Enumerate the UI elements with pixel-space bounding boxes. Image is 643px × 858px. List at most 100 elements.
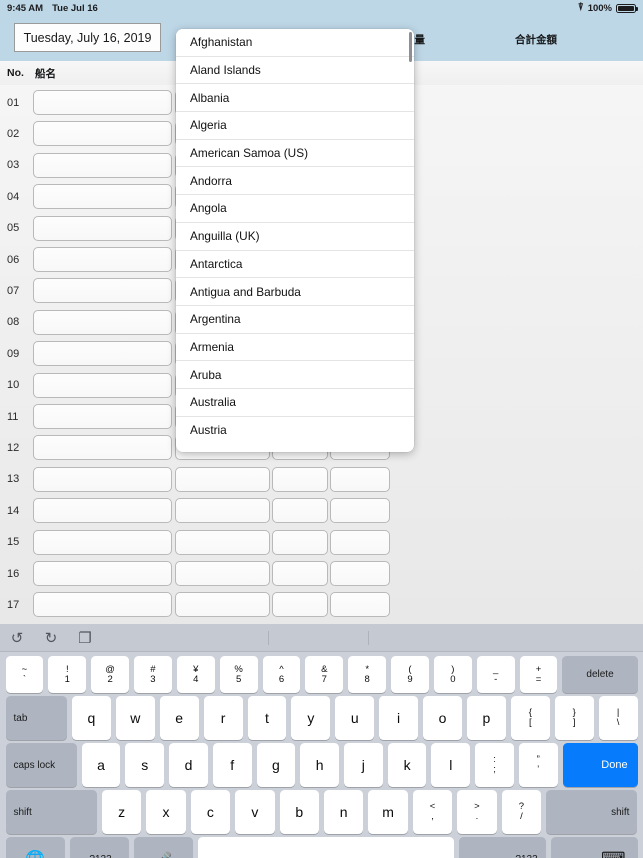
dropdown-item[interactable]: Antarctica bbox=[176, 250, 414, 279]
key-delete[interactable]: delete bbox=[562, 656, 638, 693]
cell-input-r9-c1[interactable] bbox=[33, 341, 172, 367]
key-t[interactable]: t bbox=[247, 696, 287, 740]
key-k[interactable]: k bbox=[387, 743, 427, 787]
key-o[interactable]: o bbox=[423, 696, 462, 740]
cell-input-r4-c1[interactable] bbox=[33, 184, 172, 210]
key-q[interactable]: q bbox=[71, 696, 111, 740]
key-v[interactable]: v bbox=[235, 790, 275, 834]
cell-input-r1-c1[interactable] bbox=[33, 90, 172, 115]
cell-input-r8-c1[interactable] bbox=[33, 309, 172, 335]
dropdown-item[interactable]: Algeria bbox=[176, 112, 414, 140]
cell-input-r13-c1[interactable] bbox=[33, 466, 172, 492]
key-w[interactable]: w bbox=[115, 696, 155, 740]
key-s[interactable]: s bbox=[125, 743, 165, 787]
key-0[interactable]: ) 0 bbox=[433, 656, 472, 693]
cell-input-r17-c3[interactable] bbox=[272, 592, 328, 618]
cell-input-r6-c1[interactable] bbox=[33, 247, 172, 272]
cell-input-r17-c4[interactable] bbox=[330, 592, 390, 618]
cell-input-r14-c1[interactable] bbox=[33, 498, 172, 524]
redo-icon[interactable]: ↻ bbox=[34, 624, 68, 652]
key-1[interactable]: ! 1 bbox=[48, 656, 87, 693]
cell-input-r15-c2[interactable] bbox=[175, 529, 270, 555]
cell-input-r13-c2[interactable] bbox=[175, 466, 270, 492]
key-shift-left[interactable]: shift bbox=[5, 790, 97, 834]
dropdown-item[interactable]: Anguilla (UK) bbox=[176, 222, 414, 251]
key-g[interactable]: g bbox=[256, 743, 296, 787]
dropdown-item[interactable]: Australia bbox=[176, 388, 414, 417]
key-b[interactable]: b bbox=[279, 790, 319, 834]
key-x[interactable]: x bbox=[146, 790, 186, 834]
dropdown-item[interactable]: Afghanistan bbox=[176, 29, 414, 57]
cell-input-r12-c1[interactable] bbox=[33, 435, 172, 461]
key-numeric-right[interactable]: .?123 bbox=[458, 837, 546, 858]
key-p[interactable]: p bbox=[466, 696, 506, 740]
key-a[interactable]: a bbox=[81, 743, 121, 787]
cell-input-r16-c4[interactable] bbox=[330, 561, 390, 586]
cell-input-r10-c1[interactable] bbox=[33, 372, 172, 398]
key-f[interactable]: f bbox=[212, 743, 252, 787]
cell-input-r17-c2[interactable] bbox=[175, 592, 270, 618]
key-d[interactable]: d bbox=[169, 743, 208, 787]
cell-input-r3-c1[interactable] bbox=[33, 152, 172, 178]
cell-input-r14-c3[interactable] bbox=[272, 498, 328, 524]
globe-icon[interactable]: 🌐 bbox=[5, 837, 65, 858]
dropdown-item[interactable]: Austria bbox=[176, 416, 414, 445]
key-bracket-[[interactable]: {[ bbox=[510, 696, 550, 740]
key-l[interactable]: l bbox=[431, 743, 471, 787]
cell-input-r17-c1[interactable] bbox=[33, 592, 172, 618]
key-r[interactable]: r bbox=[203, 696, 243, 740]
key-4[interactable]: ¥4 bbox=[176, 656, 215, 693]
key-h[interactable]: h bbox=[300, 743, 339, 787]
key-punct-.[interactable]: >. bbox=[457, 790, 497, 834]
key-e[interactable]: e bbox=[159, 696, 199, 740]
key-c[interactable]: c bbox=[190, 790, 231, 834]
cell-input-r16-c2[interactable] bbox=[175, 561, 270, 586]
microphone-icon[interactable]: 🎤 bbox=[133, 837, 193, 858]
dropdown-scrollbar[interactable] bbox=[409, 32, 412, 62]
dropdown-item[interactable]: Antigua and Barbuda bbox=[176, 278, 414, 306]
cell-input-r15-c1[interactable] bbox=[33, 529, 172, 555]
dropdown-item[interactable]: Angola bbox=[176, 195, 414, 223]
key-bracket-][interactable]: }] bbox=[554, 696, 594, 740]
cell-input-r2-c1[interactable] bbox=[33, 121, 172, 147]
key-m[interactable]: m bbox=[368, 790, 408, 834]
key-z[interactable]: z bbox=[101, 790, 142, 834]
cell-input-r15-c4[interactable] bbox=[330, 529, 390, 555]
cell-input-r14-c2[interactable] bbox=[175, 498, 270, 524]
key-=[interactable]: + = bbox=[519, 656, 558, 693]
cell-input-r15-c3[interactable] bbox=[272, 529, 328, 555]
key-tab[interactable]: tab bbox=[5, 696, 67, 740]
dropdown-item[interactable]: Argentina bbox=[176, 305, 414, 334]
cell-input-r16-c1[interactable] bbox=[33, 561, 172, 586]
key-n[interactable]: n bbox=[323, 790, 364, 834]
key-u[interactable]: u bbox=[335, 696, 375, 740]
cell-input-r11-c1[interactable] bbox=[33, 404, 172, 429]
cell-input-r14-c4[interactable] bbox=[330, 498, 390, 524]
key-3[interactable]: #3 bbox=[134, 656, 172, 693]
cell-input-r5-c1[interactable] bbox=[33, 215, 172, 241]
dropdown-item[interactable]: Armenia bbox=[176, 333, 414, 362]
key-bracket-\[interactable]: | \ bbox=[598, 696, 638, 740]
key-6[interactable]: ^ 6 bbox=[262, 656, 301, 693]
key-5[interactable]: % 5 bbox=[219, 656, 258, 693]
key-shift-right[interactable]: shift bbox=[546, 790, 638, 834]
cell-input-r13-c3[interactable] bbox=[272, 466, 328, 492]
key-8[interactable]: * 8 bbox=[348, 656, 387, 693]
cell-input-r7-c1[interactable] bbox=[33, 278, 172, 304]
key-`[interactable]: ~ ` bbox=[5, 656, 44, 693]
undo-icon[interactable]: ↺ bbox=[0, 624, 34, 652]
key-punct-/[interactable]: ? / bbox=[501, 790, 542, 834]
key-j[interactable]: j bbox=[344, 743, 383, 787]
date-picker-button[interactable]: Tuesday, July 16, 2019 bbox=[14, 23, 161, 52]
key-done[interactable]: Done bbox=[562, 743, 638, 787]
key-punct-,[interactable]: <, bbox=[412, 790, 453, 834]
dropdown-item[interactable]: Aland Islands bbox=[176, 56, 414, 85]
paste-icon[interactable]: ❐ bbox=[68, 624, 102, 652]
key-numeric-left[interactable]: .?123 bbox=[69, 837, 129, 858]
dropdown-item[interactable]: Aruba bbox=[176, 361, 414, 389]
key-i[interactable]: i bbox=[379, 696, 419, 740]
key-space[interactable] bbox=[197, 837, 454, 858]
dropdown-item[interactable]: American Samoa (US) bbox=[176, 139, 414, 168]
cell-input-r16-c3[interactable] bbox=[272, 561, 328, 586]
dropdown-item[interactable]: Albania bbox=[176, 84, 414, 113]
